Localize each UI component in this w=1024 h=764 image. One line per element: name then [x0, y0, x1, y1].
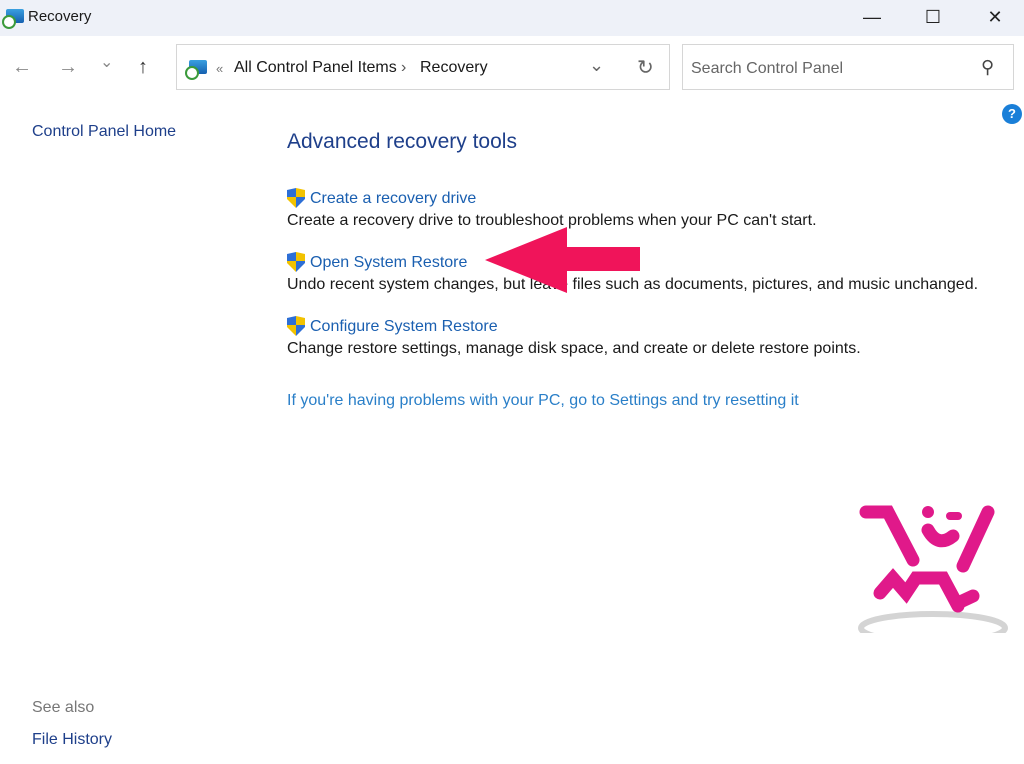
reset-pc-link[interactable]: If you're having problems with your PC, …	[287, 392, 799, 410]
breadcrumb-all-items[interactable]: All Control Panel Items	[234, 59, 397, 77]
control-panel-icon	[185, 60, 207, 80]
uac-shield-icon	[287, 252, 305, 272]
help-button[interactable]: ?	[1002, 104, 1022, 124]
back-button[interactable]: ←	[12, 56, 32, 79]
arrow-annotation-icon	[485, 227, 640, 293]
uac-shield-icon	[287, 188, 305, 208]
open-system-restore-link[interactable]: Open System Restore	[310, 254, 467, 272]
create-recovery-drive-link[interactable]: Create a recovery drive	[310, 190, 476, 208]
see-also-label: See also	[32, 699, 95, 716]
file-history-link[interactable]: File History	[32, 731, 112, 749]
breadcrumb-separator: ›	[401, 59, 407, 76]
minimize-button[interactable]: —	[852, 4, 892, 30]
search-input[interactable]: Search Control Panel ⚲	[682, 44, 1014, 90]
search-icon[interactable]: ⚲	[981, 57, 994, 78]
overflow-chevron[interactable]: «	[216, 61, 223, 76]
logo-icon	[858, 505, 1008, 633]
address-bar[interactable]: « All Control Panel Items › Recovery ⌄ ↻	[176, 44, 670, 90]
chevron-down-icon[interactable]: ⌄	[589, 55, 604, 76]
search-placeholder: Search Control Panel	[691, 60, 844, 77]
uac-shield-icon	[287, 316, 305, 336]
recent-locations-button[interactable]: ⌄	[100, 52, 113, 72]
breadcrumb-recovery[interactable]: Recovery	[420, 59, 488, 77]
title-bar: Recovery — ☐ ✕	[0, 0, 1024, 36]
configure-system-restore-link[interactable]: Configure System Restore	[310, 318, 498, 336]
window-title: Recovery	[28, 8, 92, 25]
item-description: Change restore settings, manage disk spa…	[287, 340, 861, 357]
close-button[interactable]: ✕	[975, 4, 1015, 30]
refresh-icon[interactable]: ↻	[637, 55, 654, 80]
recovery-icon	[2, 9, 24, 29]
forward-button[interactable]: →	[58, 56, 78, 79]
up-button[interactable]: ↑	[138, 56, 148, 79]
control-panel-home-link[interactable]: Control Panel Home	[32, 123, 176, 141]
maximize-button[interactable]: ☐	[913, 4, 953, 30]
page-title: Advanced recovery tools	[287, 130, 517, 153]
